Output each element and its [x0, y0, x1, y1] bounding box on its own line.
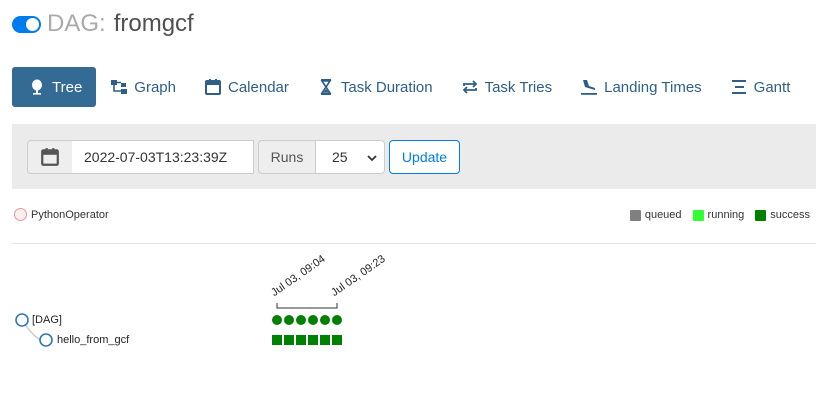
- operator-label: PythonOperator: [31, 208, 109, 221]
- legend-label: queued: [644, 209, 682, 221]
- landing-icon: [580, 78, 604, 96]
- tab-calendar[interactable]: Calendar: [190, 67, 303, 107]
- page-header: DAG: fromgcf: [12, 8, 194, 40]
- gantt-icon: [730, 78, 754, 96]
- task-instance-square[interactable]: [284, 335, 294, 345]
- divider: [12, 243, 816, 244]
- chevron-down-icon: [367, 155, 377, 162]
- tab-label: Landing Times: [604, 78, 702, 96]
- task-instance-square[interactable]: [296, 335, 306, 345]
- dag-run-circle[interactable]: [332, 315, 342, 325]
- toggle-knob: [26, 17, 39, 31]
- dag-root-node[interactable]: [15, 313, 29, 327]
- task-instance-square[interactable]: [320, 335, 330, 345]
- tree-form: 2022-07-03T13:23:39Z Runs 25 Update: [12, 124, 816, 189]
- tab-task-duration[interactable]: Task Duration: [303, 67, 447, 107]
- tab-label: Calendar: [228, 78, 289, 96]
- legend-label: running: [707, 209, 745, 221]
- task-instance-square[interactable]: [308, 335, 318, 345]
- calendar-icon: [204, 78, 228, 96]
- repeat-icon: [461, 78, 485, 96]
- runs-select[interactable]: 25: [315, 140, 385, 174]
- date-range-bracket: [276, 303, 338, 309]
- view-tabs: Tree Graph Calendar Task Duration Task T…: [12, 67, 804, 107]
- runs-value: 25: [332, 149, 348, 165]
- tree-svg: [15, 303, 342, 347]
- task-instance-square[interactable]: [272, 335, 282, 345]
- task-node[interactable]: [39, 333, 53, 347]
- tab-label: Task Duration: [340, 78, 433, 96]
- hourglass-icon: [317, 78, 341, 96]
- tab-landing-times[interactable]: Landing Times: [566, 67, 716, 107]
- graph-icon: [110, 78, 134, 96]
- legend-item-success: success: [755, 209, 810, 221]
- running-swatch: [692, 209, 704, 221]
- success-swatch: [755, 209, 767, 221]
- queued-swatch: [629, 209, 641, 221]
- dag-root-label: [DAG]: [32, 314, 62, 326]
- tab-task-tries[interactable]: Task Tries: [447, 67, 567, 107]
- date-picker-button[interactable]: [27, 140, 73, 174]
- operator-legend: PythonOperator: [14, 208, 109, 221]
- dag-title: fromgcf: [113, 10, 194, 37]
- tab-label: Gantt: [753, 78, 791, 96]
- operator-swatch: [14, 208, 27, 221]
- calendar-icon: [41, 148, 59, 166]
- tab-label: Tree: [52, 78, 83, 96]
- tab-gantt[interactable]: Gantt: [716, 67, 805, 107]
- dag-run-circle[interactable]: [320, 315, 330, 325]
- dag-prefix: DAG:: [47, 10, 106, 37]
- tab-graph[interactable]: Graph: [96, 67, 190, 107]
- tab-label: Task Tries: [484, 78, 553, 96]
- legend-item-running: running: [692, 209, 745, 221]
- tree-view: [DAG] hello_from_gcf Jul 03, 09:04 Jul 0…: [0, 253, 816, 406]
- legend-label: success: [770, 209, 810, 221]
- task-instance-square[interactable]: [332, 335, 342, 345]
- tree-icon: [28, 78, 52, 96]
- runs-label: Runs: [258, 140, 316, 174]
- dag-run-circle[interactable]: [284, 315, 294, 325]
- update-button[interactable]: Update: [389, 140, 460, 174]
- legend-item-queued: queued: [629, 209, 682, 221]
- dag-pause-toggle[interactable]: [12, 15, 41, 33]
- tab-label: Graph: [134, 78, 176, 96]
- dag-run-circle[interactable]: [308, 315, 318, 325]
- dag-run-circle[interactable]: [296, 315, 306, 325]
- dag-run-circle[interactable]: [272, 315, 282, 325]
- base-date-input[interactable]: 2022-07-03T13:23:39Z: [72, 140, 254, 174]
- state-legend: queued running success: [619, 209, 810, 221]
- tab-tree[interactable]: Tree: [12, 67, 97, 107]
- task-label: hello_from_gcf: [57, 334, 130, 346]
